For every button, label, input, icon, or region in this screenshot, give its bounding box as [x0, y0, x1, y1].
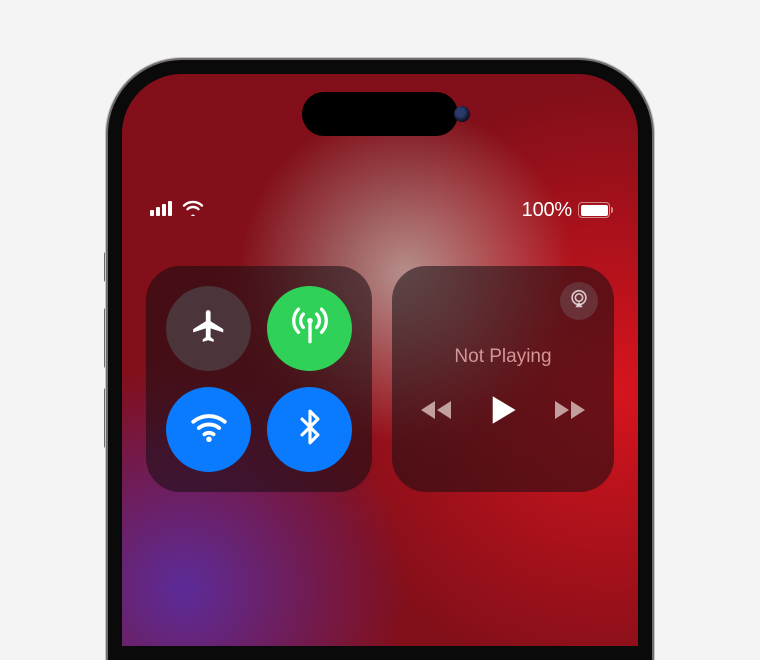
battery-fill [581, 205, 608, 216]
wifi-status-icon [182, 200, 204, 221]
phone-bezel: 100% [108, 60, 652, 660]
battery-icon [578, 202, 610, 218]
rewind-button[interactable] [419, 399, 453, 426]
wifi-icon [188, 406, 230, 453]
airplane-icon [190, 307, 228, 350]
play-button[interactable] [489, 394, 517, 431]
bluetooth-icon [291, 408, 329, 451]
media-title-label: Not Playing [454, 346, 551, 368]
dynamic-island [302, 92, 458, 136]
airplane-mode-toggle[interactable] [166, 286, 251, 371]
status-bar: 100% [122, 196, 638, 224]
wifi-toggle[interactable] [166, 387, 251, 472]
antenna-icon [289, 305, 331, 352]
airplay-icon [568, 288, 590, 315]
media-module[interactable]: Not Playing [392, 266, 614, 492]
iphone-frame: 100% [108, 60, 652, 564]
fast-forward-button[interactable] [553, 399, 587, 426]
screen: 100% [122, 74, 638, 646]
cellular-signal-icon [150, 200, 174, 221]
cellular-data-toggle[interactable] [267, 286, 352, 371]
connectivity-module[interactable] [146, 266, 372, 492]
battery-percent-label: 100% [522, 199, 572, 222]
bluetooth-toggle[interactable] [267, 387, 352, 472]
airplay-button[interactable] [560, 282, 598, 320]
